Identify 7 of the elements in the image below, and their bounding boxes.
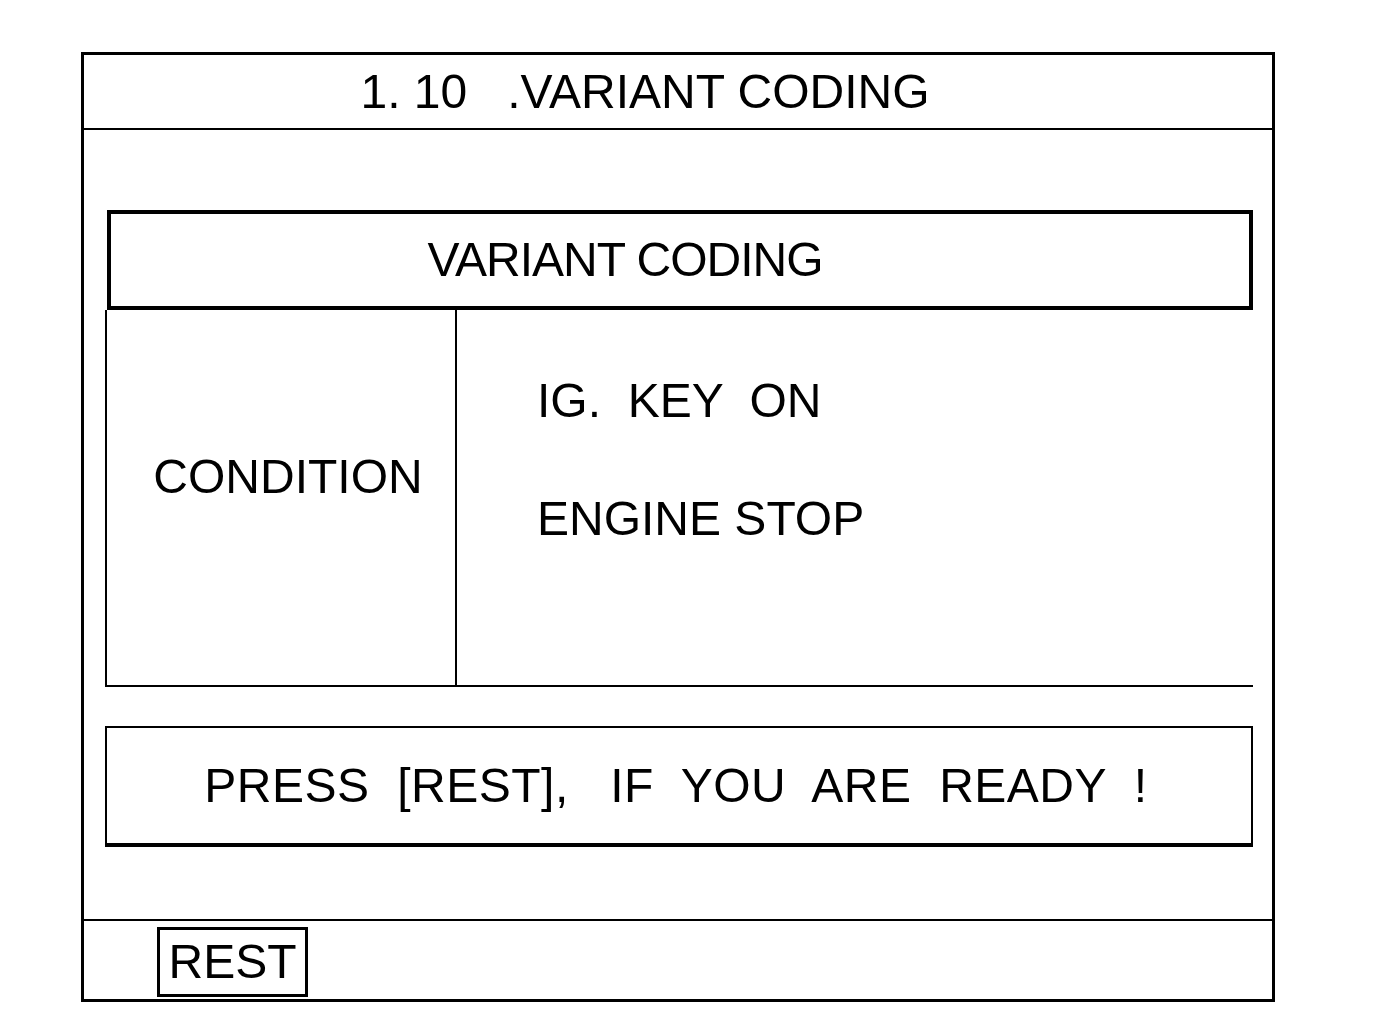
message-text: PRESS [REST], IF YOU ARE READY !	[204, 761, 1148, 810]
screen-title: 1. 10 .VARIANT CODING	[360, 67, 930, 116]
panel-heading: VARIANT CODING	[107, 210, 1253, 310]
condition-item: IG. KEY ON	[537, 377, 822, 425]
condition-label: CONDITION	[107, 310, 457, 685]
condition-item: ENGINE STOP	[537, 495, 865, 543]
rest-button[interactable]: REST	[157, 927, 308, 997]
